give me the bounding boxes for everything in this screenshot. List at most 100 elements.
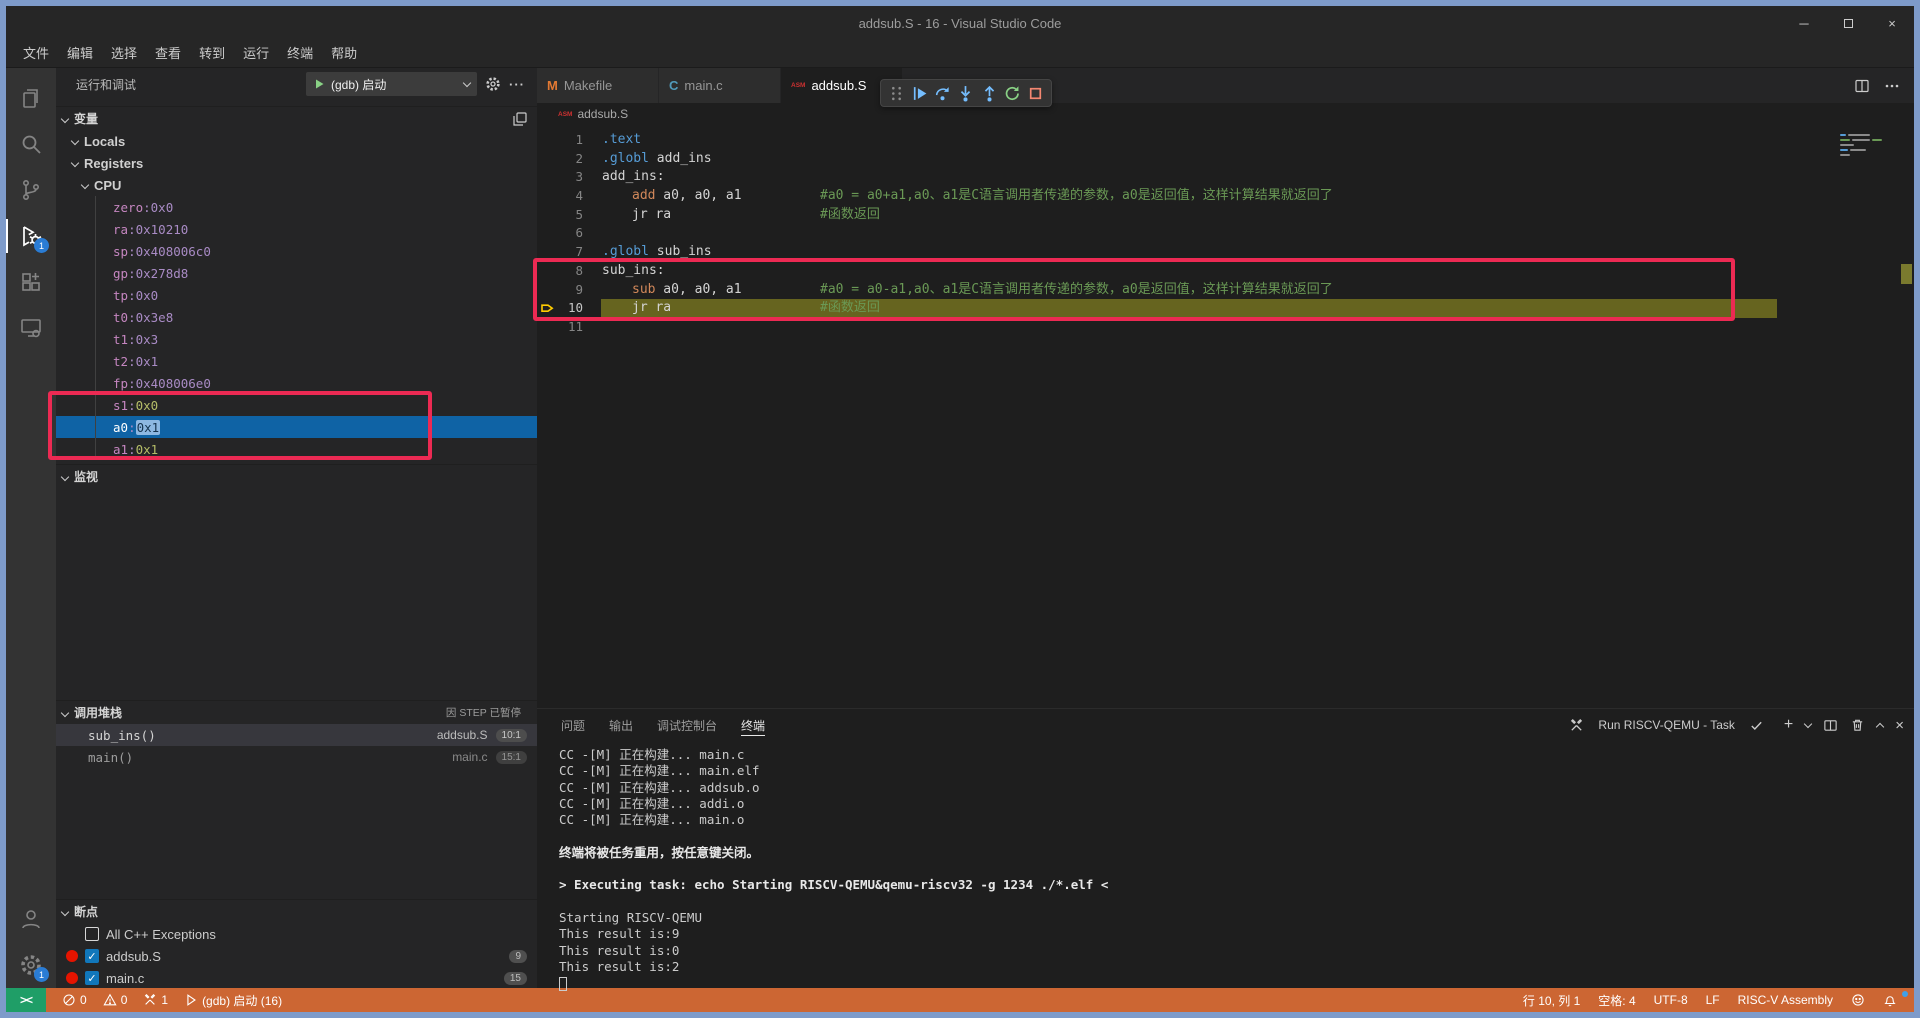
- maximize-button[interactable]: [1826, 6, 1870, 40]
- code-line-1[interactable]: 1.text: [537, 131, 1914, 150]
- panel-tab-终端[interactable]: 终端: [741, 709, 765, 741]
- register-row-a0[interactable]: a0: 0x1: [56, 416, 537, 438]
- status-right-3[interactable]: LF: [1697, 993, 1729, 1007]
- register-row-t0[interactable]: t0: 0x3e8: [56, 306, 537, 328]
- split-editor-icon[interactable]: [1854, 78, 1870, 94]
- terminal-dropdown-icon[interactable]: [1804, 720, 1812, 728]
- code-line-2[interactable]: 2.globl add_ins: [537, 150, 1914, 169]
- register-row-fp[interactable]: fp: 0x408006e0: [56, 372, 537, 394]
- new-terminal-icon[interactable]: +: [1784, 716, 1793, 734]
- tree-item-locals[interactable]: Locals: [56, 130, 537, 152]
- register-row-t1[interactable]: t1: 0x3: [56, 328, 537, 350]
- status-right-4[interactable]: RISC-V Assembly: [1729, 993, 1842, 1007]
- status-right-2[interactable]: UTF-8: [1645, 993, 1697, 1007]
- watch-section-header[interactable]: 监视: [56, 464, 537, 488]
- breakpoint-row-2[interactable]: ✓main.c15: [56, 967, 537, 988]
- register-row-a1[interactable]: a1: 0x1: [56, 438, 537, 460]
- step-into-button[interactable]: [954, 81, 977, 105]
- status-right-1[interactable]: 空格: 4: [1589, 992, 1644, 1009]
- code-line-9[interactable]: 9sub a0, a0, a1#a0 = a0-a1,a0、a1是C语言调用者传…: [537, 281, 1914, 300]
- status-right-0[interactable]: 行 10, 列 1: [1514, 992, 1589, 1009]
- tree-item-registers[interactable]: Registers: [56, 152, 537, 174]
- breakpoint-checkbox[interactable]: [85, 927, 99, 941]
- code-line-10[interactable]: 10jr ra#函数返回: [537, 299, 1914, 318]
- drag-handle[interactable]: [885, 81, 908, 105]
- activity-account[interactable]: [6, 896, 56, 942]
- activity-extensions[interactable]: [6, 259, 56, 305]
- stack-frame-sub_ins[interactable]: sub_ins()addsub.S10:1: [56, 724, 537, 746]
- register-row-tp[interactable]: tp: 0x0: [56, 284, 537, 306]
- debug-settings-gear-icon[interactable]: [482, 73, 504, 95]
- panel-tab-输出[interactable]: 输出: [609, 709, 633, 741]
- code-line-5[interactable]: 5jr ra#函数返回: [537, 206, 1914, 225]
- minimap[interactable]: [1840, 131, 1902, 191]
- code-line-6[interactable]: 6: [537, 224, 1914, 243]
- activity-explorer[interactable]: [6, 75, 56, 121]
- stack-frame-main[interactable]: main()main.c15:1: [56, 746, 537, 768]
- step-over-button[interactable]: [931, 81, 954, 105]
- remote-indicator[interactable]: ><: [6, 988, 46, 1012]
- menu-item-4[interactable]: 转到: [190, 40, 234, 68]
- restart-button[interactable]: [1001, 81, 1024, 105]
- stop-button[interactable]: [1024, 81, 1047, 105]
- status-error[interactable]: 0: [62, 992, 87, 1009]
- breakpoints-section-header[interactable]: 断点: [56, 899, 537, 923]
- panel-tab-调试控制台[interactable]: 调试控制台: [657, 709, 717, 741]
- maximize-panel-icon[interactable]: [1876, 722, 1884, 730]
- menu-item-6[interactable]: 终端: [278, 40, 322, 68]
- breadcrumb[interactable]: ASM addsub.S: [537, 103, 1914, 125]
- activity-source-control[interactable]: [6, 167, 56, 213]
- panel-tab-问题[interactable]: 问题: [561, 709, 585, 741]
- close-panel-icon[interactable]: ×: [1895, 717, 1904, 734]
- activity-run-debug[interactable]: 1: [6, 213, 56, 259]
- menu-item-7[interactable]: 帮助: [322, 40, 366, 68]
- code-line-3[interactable]: 3add_ins:: [537, 168, 1914, 187]
- code-line-8[interactable]: 8sub_ins:: [537, 262, 1914, 281]
- variables-section-header[interactable]: 变量: [56, 106, 537, 130]
- code-line-4[interactable]: 4add a0, a0, a1#a0 = a0+a1,a0、a1是C语言调用者传…: [537, 187, 1914, 206]
- register-row-s1[interactable]: s1: 0x0: [56, 394, 537, 416]
- minimize-button[interactable]: ─: [1782, 6, 1826, 40]
- menu-item-3[interactable]: 查看: [146, 40, 190, 68]
- callstack-section-header[interactable]: 调用堆栈 因 STEP 已暂停: [56, 700, 537, 724]
- kill-terminal-icon[interactable]: [1850, 718, 1865, 733]
- register-row-ra[interactable]: ra: 0x10210: [56, 218, 537, 240]
- tab-main.c[interactable]: Cmain.c: [659, 68, 781, 103]
- status-feedback[interactable]: [1842, 993, 1874, 1007]
- continue-button[interactable]: [908, 81, 931, 105]
- breakpoint-row-1[interactable]: ✓addsub.S9: [56, 945, 537, 967]
- code-editor[interactable]: 1.text2.globl add_ins3add_ins:4add a0, a…: [537, 125, 1914, 708]
- status-left: 001(gdb) 启动 (16): [46, 992, 282, 1009]
- breakpoint-checkbox[interactable]: ✓: [85, 971, 99, 985]
- code-line-7[interactable]: 7.globl sub_ins: [537, 243, 1914, 262]
- status-bell[interactable]: [1874, 993, 1906, 1007]
- launch-config-dropdown[interactable]: (gdb) 启动: [306, 72, 477, 96]
- tab-Makefile[interactable]: MMakefile: [537, 68, 659, 103]
- status-debug[interactable]: (gdb) 启动 (16): [184, 992, 282, 1009]
- status-tools[interactable]: 1: [143, 992, 168, 1009]
- register-row-t2[interactable]: t2: 0x1: [56, 350, 537, 372]
- split-terminal-icon[interactable]: [1823, 718, 1838, 733]
- more-actions-icon[interactable]: ···: [506, 73, 528, 95]
- menu-item-2[interactable]: 选择: [102, 40, 146, 68]
- activity-remote-explorer[interactable]: [6, 305, 56, 351]
- tree-item-cpu[interactable]: CPU: [56, 174, 537, 196]
- menu-item-1[interactable]: 编辑: [58, 40, 102, 68]
- activity-settings[interactable]: 1: [6, 942, 56, 988]
- terminal-output[interactable]: CC -[M] 正在构建... main.cCC -[M] 正在构建... ma…: [559, 747, 1894, 988]
- start-debug-icon[interactable]: [313, 78, 325, 90]
- more-icon[interactable]: [1884, 78, 1900, 94]
- register-row-zero[interactable]: zero: 0x0: [56, 196, 537, 218]
- step-out-button[interactable]: [978, 81, 1001, 105]
- breakpoint-row-0[interactable]: All C++ Exceptions: [56, 923, 537, 945]
- menu-item-0[interactable]: 文件: [14, 40, 58, 68]
- collapse-all-icon[interactable]: [509, 108, 531, 130]
- breakpoint-checkbox[interactable]: ✓: [85, 949, 99, 963]
- close-button[interactable]: ×: [1870, 6, 1914, 40]
- activity-search[interactable]: [6, 121, 56, 167]
- register-row-gp[interactable]: gp: 0x278d8: [56, 262, 537, 284]
- status-warning[interactable]: 0: [103, 992, 128, 1009]
- code-line-11[interactable]: 11: [537, 318, 1914, 337]
- register-row-sp[interactable]: sp: 0x408006c0: [56, 240, 537, 262]
- menu-item-5[interactable]: 运行: [234, 40, 278, 68]
